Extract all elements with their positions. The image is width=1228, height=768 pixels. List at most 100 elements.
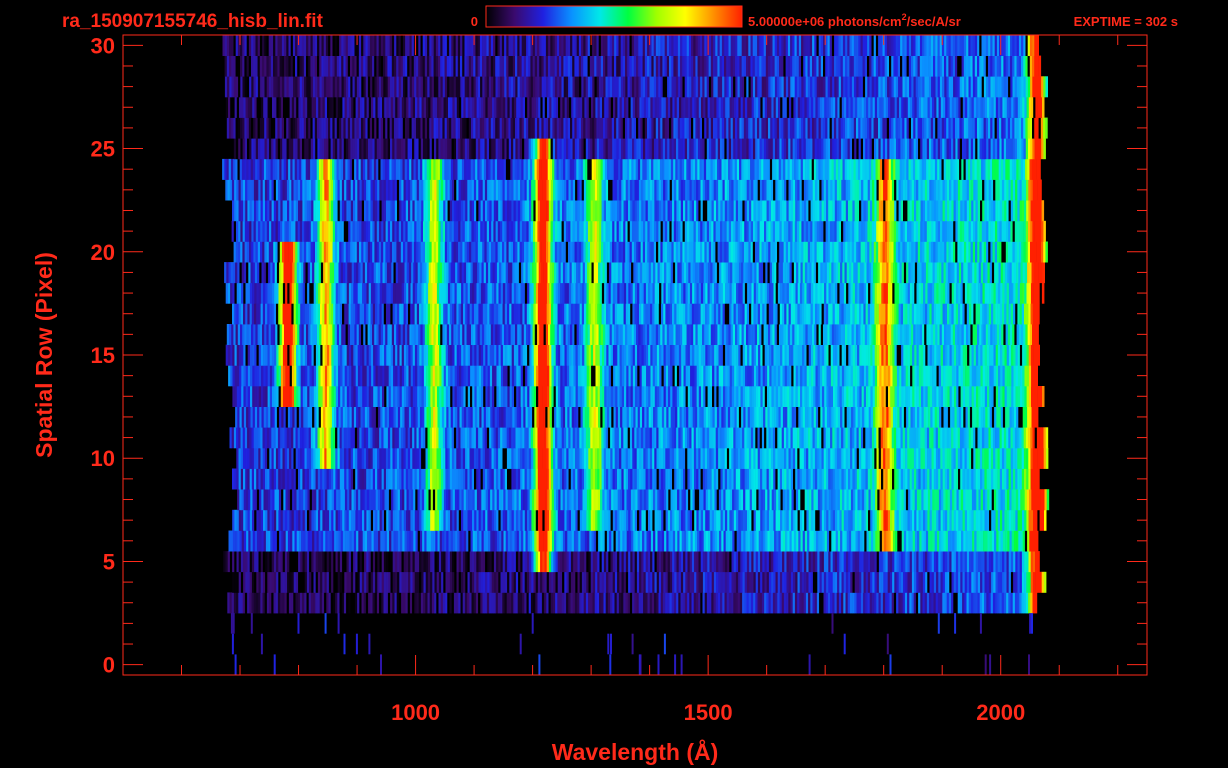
heatmap-cell	[366, 468, 369, 490]
heatmap-cell	[571, 489, 574, 511]
heatmap-cell	[386, 365, 389, 387]
heatmap-cell	[429, 427, 433, 449]
heatmap-cell	[874, 468, 877, 490]
heatmap-cell	[802, 489, 805, 511]
heatmap-cell	[759, 427, 763, 449]
heatmap-cell	[474, 344, 477, 366]
heatmap-cell	[614, 427, 617, 449]
heatmap-cell	[896, 509, 900, 531]
heatmap-cell	[430, 489, 434, 511]
heatmap-cell	[816, 592, 820, 614]
heatmap-cell	[643, 468, 646, 490]
heatmap-cell	[889, 571, 893, 593]
heatmap-cell	[520, 551, 523, 573]
heatmap-cell	[511, 551, 514, 573]
heatmap-cell	[570, 447, 574, 469]
heatmap-cell	[270, 406, 273, 428]
heatmap-cell	[698, 592, 701, 614]
heatmap-cell	[836, 427, 840, 449]
heatmap-cell	[438, 571, 442, 593]
heatmap-cell	[293, 427, 296, 449]
heatmap-cell	[938, 386, 942, 407]
heatmap-cell	[801, 427, 804, 449]
heatmap-cell	[1000, 406, 1004, 428]
heatmap-cell	[458, 447, 461, 469]
heatmap-cell	[292, 324, 296, 345]
heatmap-cell	[595, 489, 599, 511]
heatmap-cell	[396, 592, 400, 614]
heatmap-cell	[339, 447, 343, 469]
heatmap-cell	[714, 530, 718, 552]
heatmap-cell	[646, 406, 649, 428]
heatmap-cell	[574, 427, 578, 449]
heatmap-cell	[770, 592, 774, 614]
heatmap-cell	[275, 592, 279, 614]
heatmap-cell	[359, 447, 362, 469]
heatmap-cell	[590, 447, 593, 469]
heatmap-cell	[622, 530, 625, 552]
heatmap-cell	[296, 530, 300, 552]
heatmap-cell	[766, 344, 770, 366]
heatmap-cell	[483, 365, 486, 387]
heatmap-cell	[383, 324, 386, 345]
heatmap-cell	[641, 386, 645, 407]
heatmap-cell	[746, 468, 750, 490]
heatmap-cell	[703, 530, 707, 552]
heatmap-cell	[819, 386, 823, 407]
heatmap-cell	[911, 447, 915, 469]
heatmap-cell	[250, 365, 253, 387]
heatmap-cell	[438, 592, 441, 614]
colorbar-min-label: 0	[471, 14, 478, 29]
heatmap-cell	[812, 427, 815, 449]
heatmap-cell	[482, 571, 486, 593]
heatmap-cell	[409, 592, 413, 614]
heatmap-cell	[509, 571, 512, 593]
heatmap-cell	[892, 571, 895, 593]
heatmap-cell	[687, 365, 691, 387]
heatmap-cell	[765, 530, 768, 552]
heatmap-cell	[729, 447, 732, 469]
heatmap-cell	[643, 571, 646, 593]
heatmap-cell	[606, 468, 609, 490]
heatmap-cell	[557, 551, 561, 573]
heatmap-cell	[868, 406, 872, 428]
heatmap-cell	[577, 571, 580, 593]
heatmap-cell	[696, 365, 700, 387]
heatmap-cell	[868, 489, 871, 511]
heatmap-cell	[1028, 468, 1031, 490]
heatmap-cell	[539, 592, 543, 614]
heatmap-cell	[614, 324, 617, 345]
heatmap-cell	[562, 509, 565, 531]
heatmap-cell	[380, 406, 383, 428]
heatmap-cell	[643, 592, 646, 614]
heatmap-cell	[564, 571, 567, 593]
heatmap-cell	[346, 447, 349, 469]
heatmap-cell	[337, 571, 341, 593]
heatmap-cell	[841, 365, 845, 387]
heatmap-cell	[516, 406, 520, 428]
heatmap-cell	[370, 551, 374, 573]
heatmap-cell	[864, 406, 867, 428]
heatmap-cell	[364, 468, 367, 490]
heatmap-cell	[667, 344, 671, 366]
heatmap-cell	[797, 447, 800, 469]
heatmap-cell	[972, 406, 975, 428]
heatmap-cell	[1040, 489, 1043, 511]
heatmap-cell	[887, 571, 891, 593]
heatmap-cell	[513, 509, 517, 531]
heatmap-cell	[993, 509, 996, 531]
heatmap-cell	[779, 468, 783, 490]
heatmap-cell	[368, 571, 371, 593]
heatmap-cell	[314, 324, 318, 345]
heatmap-cell	[990, 447, 994, 469]
heatmap-cell	[1028, 427, 1031, 449]
heatmap-cell	[656, 571, 660, 593]
heatmap-cell	[272, 530, 275, 552]
heatmap-cell	[802, 406, 806, 428]
heatmap-cell	[642, 324, 646, 345]
heatmap-cell	[846, 509, 849, 531]
heatmap-cell	[1009, 365, 1012, 387]
heatmap-cell	[228, 365, 231, 387]
heatmap-cell	[604, 386, 607, 407]
heatmap-cell	[658, 592, 661, 614]
